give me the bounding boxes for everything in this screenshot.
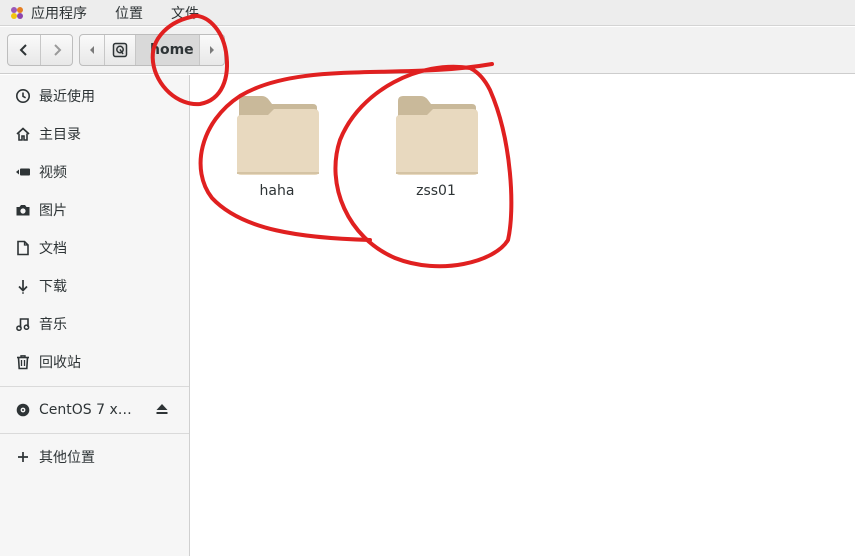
sidebar-item-label: 主目录 — [39, 127, 81, 143]
sidebar-item-label: CentOS 7 x… — [39, 402, 132, 418]
triangle-left-icon — [90, 46, 94, 54]
sidebar-item-label: 回收站 — [39, 355, 81, 371]
applications-icon[interactable] — [9, 5, 25, 21]
music-icon — [15, 316, 31, 332]
sidebar-item-trash[interactable]: 回收站 — [0, 345, 189, 379]
path-scroll-right-button[interactable] — [200, 35, 224, 65]
sidebar-divider — [0, 433, 189, 434]
path-home-button[interactable]: home — [136, 35, 200, 65]
chevron-right-icon — [53, 44, 61, 56]
sidebar-divider — [0, 386, 189, 387]
sidebar-item-videos[interactable]: 视频 — [0, 155, 189, 189]
sidebar-item-label: 最近使用 — [39, 89, 95, 105]
sidebar-item-centos-disc[interactable]: CentOS 7 x… — [0, 393, 189, 427]
path-bar: home — [79, 34, 225, 66]
sidebar-item-pictures[interactable]: 图片 — [0, 193, 189, 227]
clock-icon — [15, 88, 31, 104]
folder-name: zss01 — [416, 183, 456, 199]
sidebar-item-recent[interactable]: 最近使用 — [0, 79, 189, 113]
sidebar: 最近使用 主目录 视频 图片 文档 下载 音乐 回收站 CentOS 7 x… … — [0, 75, 190, 556]
plus-icon — [15, 449, 31, 465]
sidebar-item-label: 图片 — [39, 203, 67, 219]
download-icon — [15, 278, 31, 294]
menu-files[interactable]: 文件 — [171, 3, 199, 23]
triangle-right-icon — [210, 46, 214, 54]
folder-icon — [237, 96, 319, 175]
sidebar-item-downloads[interactable]: 下载 — [0, 269, 189, 303]
sidebar-item-label: 其他位置 — [39, 450, 95, 466]
harddisk-icon — [112, 42, 128, 58]
sidebar-item-label: 音乐 — [39, 317, 67, 333]
chevron-left-icon — [19, 44, 27, 56]
sidebar-item-label: 下载 — [39, 279, 67, 295]
menu-applications[interactable]: 应用程序 — [31, 3, 87, 23]
sidebar-item-music[interactable]: 音乐 — [0, 307, 189, 341]
trash-icon — [15, 354, 31, 370]
sidebar-item-label: 文档 — [39, 241, 67, 257]
folder-item-zss01[interactable]: zss01 — [381, 93, 491, 213]
folder-icon — [396, 96, 478, 175]
sidebar-item-documents[interactable]: 文档 — [0, 231, 189, 265]
sidebar-item-other-locations[interactable]: 其他位置 — [0, 440, 189, 474]
video-icon — [15, 164, 31, 180]
forward-button[interactable] — [40, 35, 72, 65]
file-view: haha zss01 — [191, 75, 855, 556]
camera-icon — [15, 202, 31, 218]
path-root-button[interactable] — [104, 35, 136, 65]
path-scroll-left-button[interactable] — [80, 35, 104, 65]
sidebar-item-label: 视频 — [39, 165, 67, 181]
document-icon — [15, 240, 31, 256]
top-menubar: 应用程序 位置 文件 — [0, 0, 855, 26]
toolbar: home — [0, 27, 855, 74]
home-icon — [15, 126, 31, 142]
sidebar-item-home[interactable]: 主目录 — [0, 117, 189, 151]
nav-buttons — [7, 34, 73, 66]
menu-places[interactable]: 位置 — [115, 3, 143, 23]
eject-icon[interactable] — [155, 402, 169, 416]
folder-name: haha — [259, 183, 295, 199]
disc-icon — [15, 402, 31, 418]
folder-item-haha[interactable]: haha — [222, 93, 332, 213]
back-button[interactable] — [8, 35, 40, 65]
